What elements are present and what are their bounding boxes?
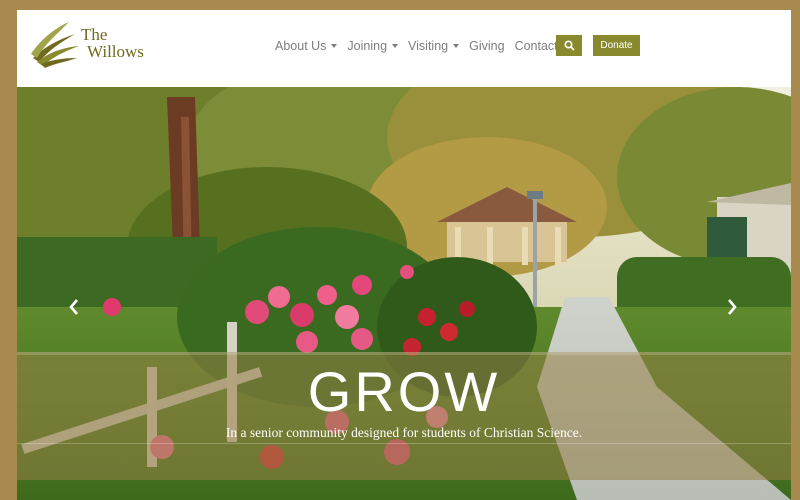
- donate-button[interactable]: Donate: [593, 35, 640, 56]
- caret-down-icon: [331, 44, 338, 48]
- page-frame: The Willows About Us Joining Visiting Gi…: [17, 10, 791, 500]
- caret-down-icon: [392, 44, 399, 48]
- nav-about-us[interactable]: About Us: [275, 39, 338, 53]
- hero-title: GROW: [307, 360, 501, 423]
- carousel-next-button[interactable]: [725, 297, 739, 317]
- nav-giving-label: Giving: [469, 39, 505, 53]
- nav-visiting-label: Visiting: [408, 39, 449, 53]
- nav-giving[interactable]: Giving: [469, 39, 504, 53]
- carousel-prev-button[interactable]: [67, 297, 81, 317]
- site-logo[interactable]: The Willows: [29, 18, 144, 70]
- caption-divider: [17, 443, 791, 444]
- brand-name: The Willows: [81, 26, 144, 60]
- nav-visiting[interactable]: Visiting: [408, 39, 460, 53]
- caption-band-edge: [17, 352, 791, 355]
- chevron-right-icon: [728, 299, 737, 315]
- hero-subtitle: In a senior community designed for stude…: [225, 425, 583, 440]
- site-header: The Willows About Us Joining Visiting Gi…: [17, 10, 791, 87]
- chevron-left-icon: [69, 299, 78, 315]
- main-nav: About Us Joining Visiting Giving Contact…: [275, 35, 586, 57]
- search-button[interactable]: [556, 35, 582, 56]
- nav-joining[interactable]: Joining: [347, 39, 399, 53]
- search-icon: [563, 40, 575, 51]
- hero-carousel: GROW In a senior community designed for …: [17, 87, 791, 500]
- nav-joining-label: Joining: [347, 39, 388, 53]
- leaf-logo-icon: [31, 22, 79, 68]
- caret-down-icon: [453, 44, 460, 48]
- nav-about-us-label: About Us: [275, 39, 327, 53]
- brand-line-2: Willows: [87, 42, 144, 61]
- brand-line-1: The: [81, 25, 108, 44]
